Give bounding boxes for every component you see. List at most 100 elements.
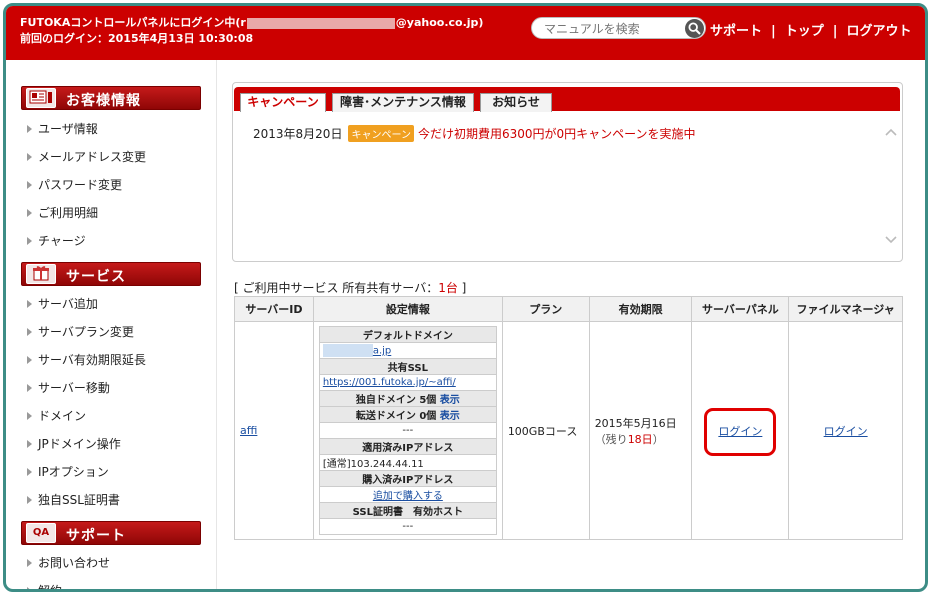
triangle-bullet-icon: [27, 181, 32, 189]
caption-prefix: [ ご利用中サービス 所有共有サーバ：: [234, 281, 439, 295]
table-row: affi デフォルトドメイン a.jp 共有SSL https://001.fu…: [234, 321, 903, 540]
manual-search: [531, 17, 706, 39]
triangle-bullet-icon: [27, 125, 32, 133]
own-domain-label: 独自ドメイン 5個: [355, 395, 437, 406]
triangle-bullet-icon: [27, 153, 32, 161]
sidebar-item-label: サーバプラン変更: [38, 325, 134, 339]
caption-suffix: ]: [457, 281, 467, 295]
default-domain-value-cell: a.jp: [318, 342, 497, 359]
last-login: 前回のログイン：2015年4月13日 10:30:08: [20, 32, 254, 45]
applied-ip-value: [通常]103.244.44.11: [318, 454, 497, 471]
sidebar-item-server-move[interactable]: サーバー移動: [27, 379, 110, 396]
triangle-bullet-icon: [27, 237, 32, 245]
transfer-domain-row: 転送ドメイン 0個 表示: [318, 406, 497, 423]
own-domain-show-link[interactable]: 表示: [440, 395, 460, 406]
sidebar-item-email-change[interactable]: メールアドレス変更: [27, 148, 146, 165]
news-link[interactable]: 今だけ初期費用6300円が0円キャンペーンを実施中: [418, 127, 696, 141]
sidebar-item-label: JPドメイン操作: [38, 437, 121, 451]
column-header-settings: 設定情報: [312, 296, 503, 322]
shared-ssl-label: 共有SSL: [318, 358, 497, 375]
news-item: 2013年8月20日 キャンペーン 今だけ初期費用6300円が0円キャンペーンを実施…: [253, 125, 696, 142]
triangle-bullet-icon: [27, 496, 32, 504]
sidebar-item-plan-change[interactable]: サーバプラン変更: [27, 323, 134, 340]
tab-campaign[interactable]: キャンペーン: [240, 93, 326, 112]
default-domain-label: デフォルトドメイン: [318, 326, 497, 343]
default-domain-link[interactable]: a.jp: [373, 346, 391, 357]
sidebar-item-ssl-cert[interactable]: 独自SSL証明書: [27, 491, 120, 508]
sidebar-item-usage-statement[interactable]: ご利用明細: [27, 204, 98, 221]
login-status-prefix: FUTOKAコントロールパネルにログイン中(r: [20, 16, 246, 29]
sidebar-item-extend-expiry[interactable]: サーバ有効期限延長: [27, 351, 146, 368]
table-header-row: サーバーID 設定情報 プラン 有効期限 サーバーパネル ファイルマネージャ: [234, 296, 903, 322]
settings-cell: デフォルトドメイン a.jp 共有SSL https://001.futoka.…: [312, 321, 503, 540]
sidebar-item-user-info[interactable]: ユーザ情報: [27, 120, 98, 137]
news-panel: キャンペーン 障害･メンテナンス情報 お知らせ 2013年8月20日 キャンペーン…: [232, 82, 903, 262]
scroll-up-icon[interactable]: [884, 127, 898, 137]
sidebar-item-label: IPオプション: [38, 465, 109, 479]
sidebar-item-label: お問い合わせ: [38, 556, 111, 570]
transfer-domain-show-link[interactable]: 表示: [440, 411, 460, 422]
triangle-bullet-icon: [27, 468, 32, 476]
section-title: サポート: [66, 528, 126, 544]
customer-card-icon: [26, 88, 56, 108]
triangle-bullet-icon: [27, 440, 32, 448]
own-domain-row: 独自ドメイン 5個 表示: [318, 390, 497, 407]
column-header-server-id: サーバーID: [234, 296, 314, 322]
service-table: サーバーID 設定情報 プラン 有効期限 サーバーパネル ファイルマネージャ a…: [234, 296, 903, 540]
redacted-domain: [322, 344, 373, 357]
triangle-bullet-icon: [27, 356, 32, 364]
section-header-customer-info: お客様情報: [21, 86, 201, 110]
remaining-days: （残り18日）: [595, 431, 692, 447]
sidebar-item-password-change[interactable]: パスワード変更: [27, 176, 122, 193]
header-bar: FUTOKAコントロールパネルにログイン中(r @yahoo.co.jp) 前回の…: [6, 6, 925, 60]
scroll-down-icon[interactable]: [884, 235, 898, 245]
sidebar-item-label: 解約: [38, 584, 63, 592]
section-title: お客様情報: [66, 93, 141, 109]
shared-ssl-link[interactable]: https://001.futoka.jp/~affi/: [323, 377, 456, 388]
tab-maintenance[interactable]: 障害･メンテナンス情報: [332, 93, 474, 112]
sidebar-item-domain[interactable]: ドメイン: [27, 407, 86, 424]
sidebar-item-label: パスワード変更: [38, 178, 123, 192]
shared-ssl-value-cell: https://001.futoka.jp/~affi/: [318, 374, 497, 391]
tab-notice[interactable]: お知らせ: [480, 93, 552, 112]
expiry-date: 2015年5月16日: [594, 416, 677, 430]
remaining-days-count: 18日: [627, 432, 653, 446]
file-manager-cell: ログイン: [788, 321, 903, 540]
server-count: 1台: [438, 281, 458, 295]
sidebar-item-add-server[interactable]: サーバ追加: [27, 295, 98, 312]
triangle-bullet-icon: [27, 412, 32, 420]
sidebar-item-ip-option[interactable]: IPオプション: [27, 463, 109, 480]
link-separator: |: [832, 24, 838, 39]
sidebar-item-label: 独自SSL証明書: [38, 493, 120, 507]
sidebar-item-charge[interactable]: チャージ: [27, 232, 86, 249]
server-id-link[interactable]: affi: [240, 424, 257, 437]
triangle-bullet-icon: [27, 300, 32, 308]
triangle-bullet-icon: [27, 559, 32, 567]
top-link[interactable]: トップ: [785, 24, 824, 39]
sidebar-item-label: サーバ追加: [38, 297, 98, 311]
purchase-ip-cell: 追加で購入する: [318, 486, 497, 503]
triangle-bullet-icon: [27, 328, 32, 336]
purchased-ip-label: 購入済みIPアドレス: [318, 470, 497, 487]
support-link[interactable]: サポート: [710, 24, 762, 39]
gift-box-icon: [26, 264, 56, 284]
sidebar-item-cancel[interactable]: 解約: [27, 582, 63, 592]
service-caption: [ ご利用中サービス 所有共有サーバ：1台 ]: [234, 279, 466, 296]
column-header-file-manager: ファイルマネージャ: [788, 296, 903, 322]
campaign-badge: キャンペーン: [348, 125, 414, 142]
highlight-circle: [704, 408, 777, 456]
logout-link[interactable]: ログアウト: [847, 24, 912, 39]
file-manager-login-link[interactable]: ログイン: [824, 425, 868, 438]
server-id-cell: affi: [234, 321, 314, 540]
empty-value: ---: [318, 518, 497, 535]
news-date: 2013年8月20日: [253, 127, 343, 141]
sidebar-item-contact[interactable]: お問い合わせ: [27, 554, 110, 571]
search-input[interactable]: [544, 21, 679, 37]
search-icon[interactable]: [685, 19, 704, 38]
purchase-ip-link[interactable]: 追加で購入する: [373, 491, 443, 502]
app-frame: FUTOKAコントロールパネルにログイン中(r @yahoo.co.jp) 前回の…: [3, 3, 928, 592]
section-header-support: QA サポート: [21, 521, 201, 545]
triangle-bullet-icon: [27, 384, 32, 392]
sidebar-item-jp-domain[interactable]: JPドメイン操作: [27, 435, 121, 452]
sidebar-item-label: チャージ: [38, 234, 86, 248]
